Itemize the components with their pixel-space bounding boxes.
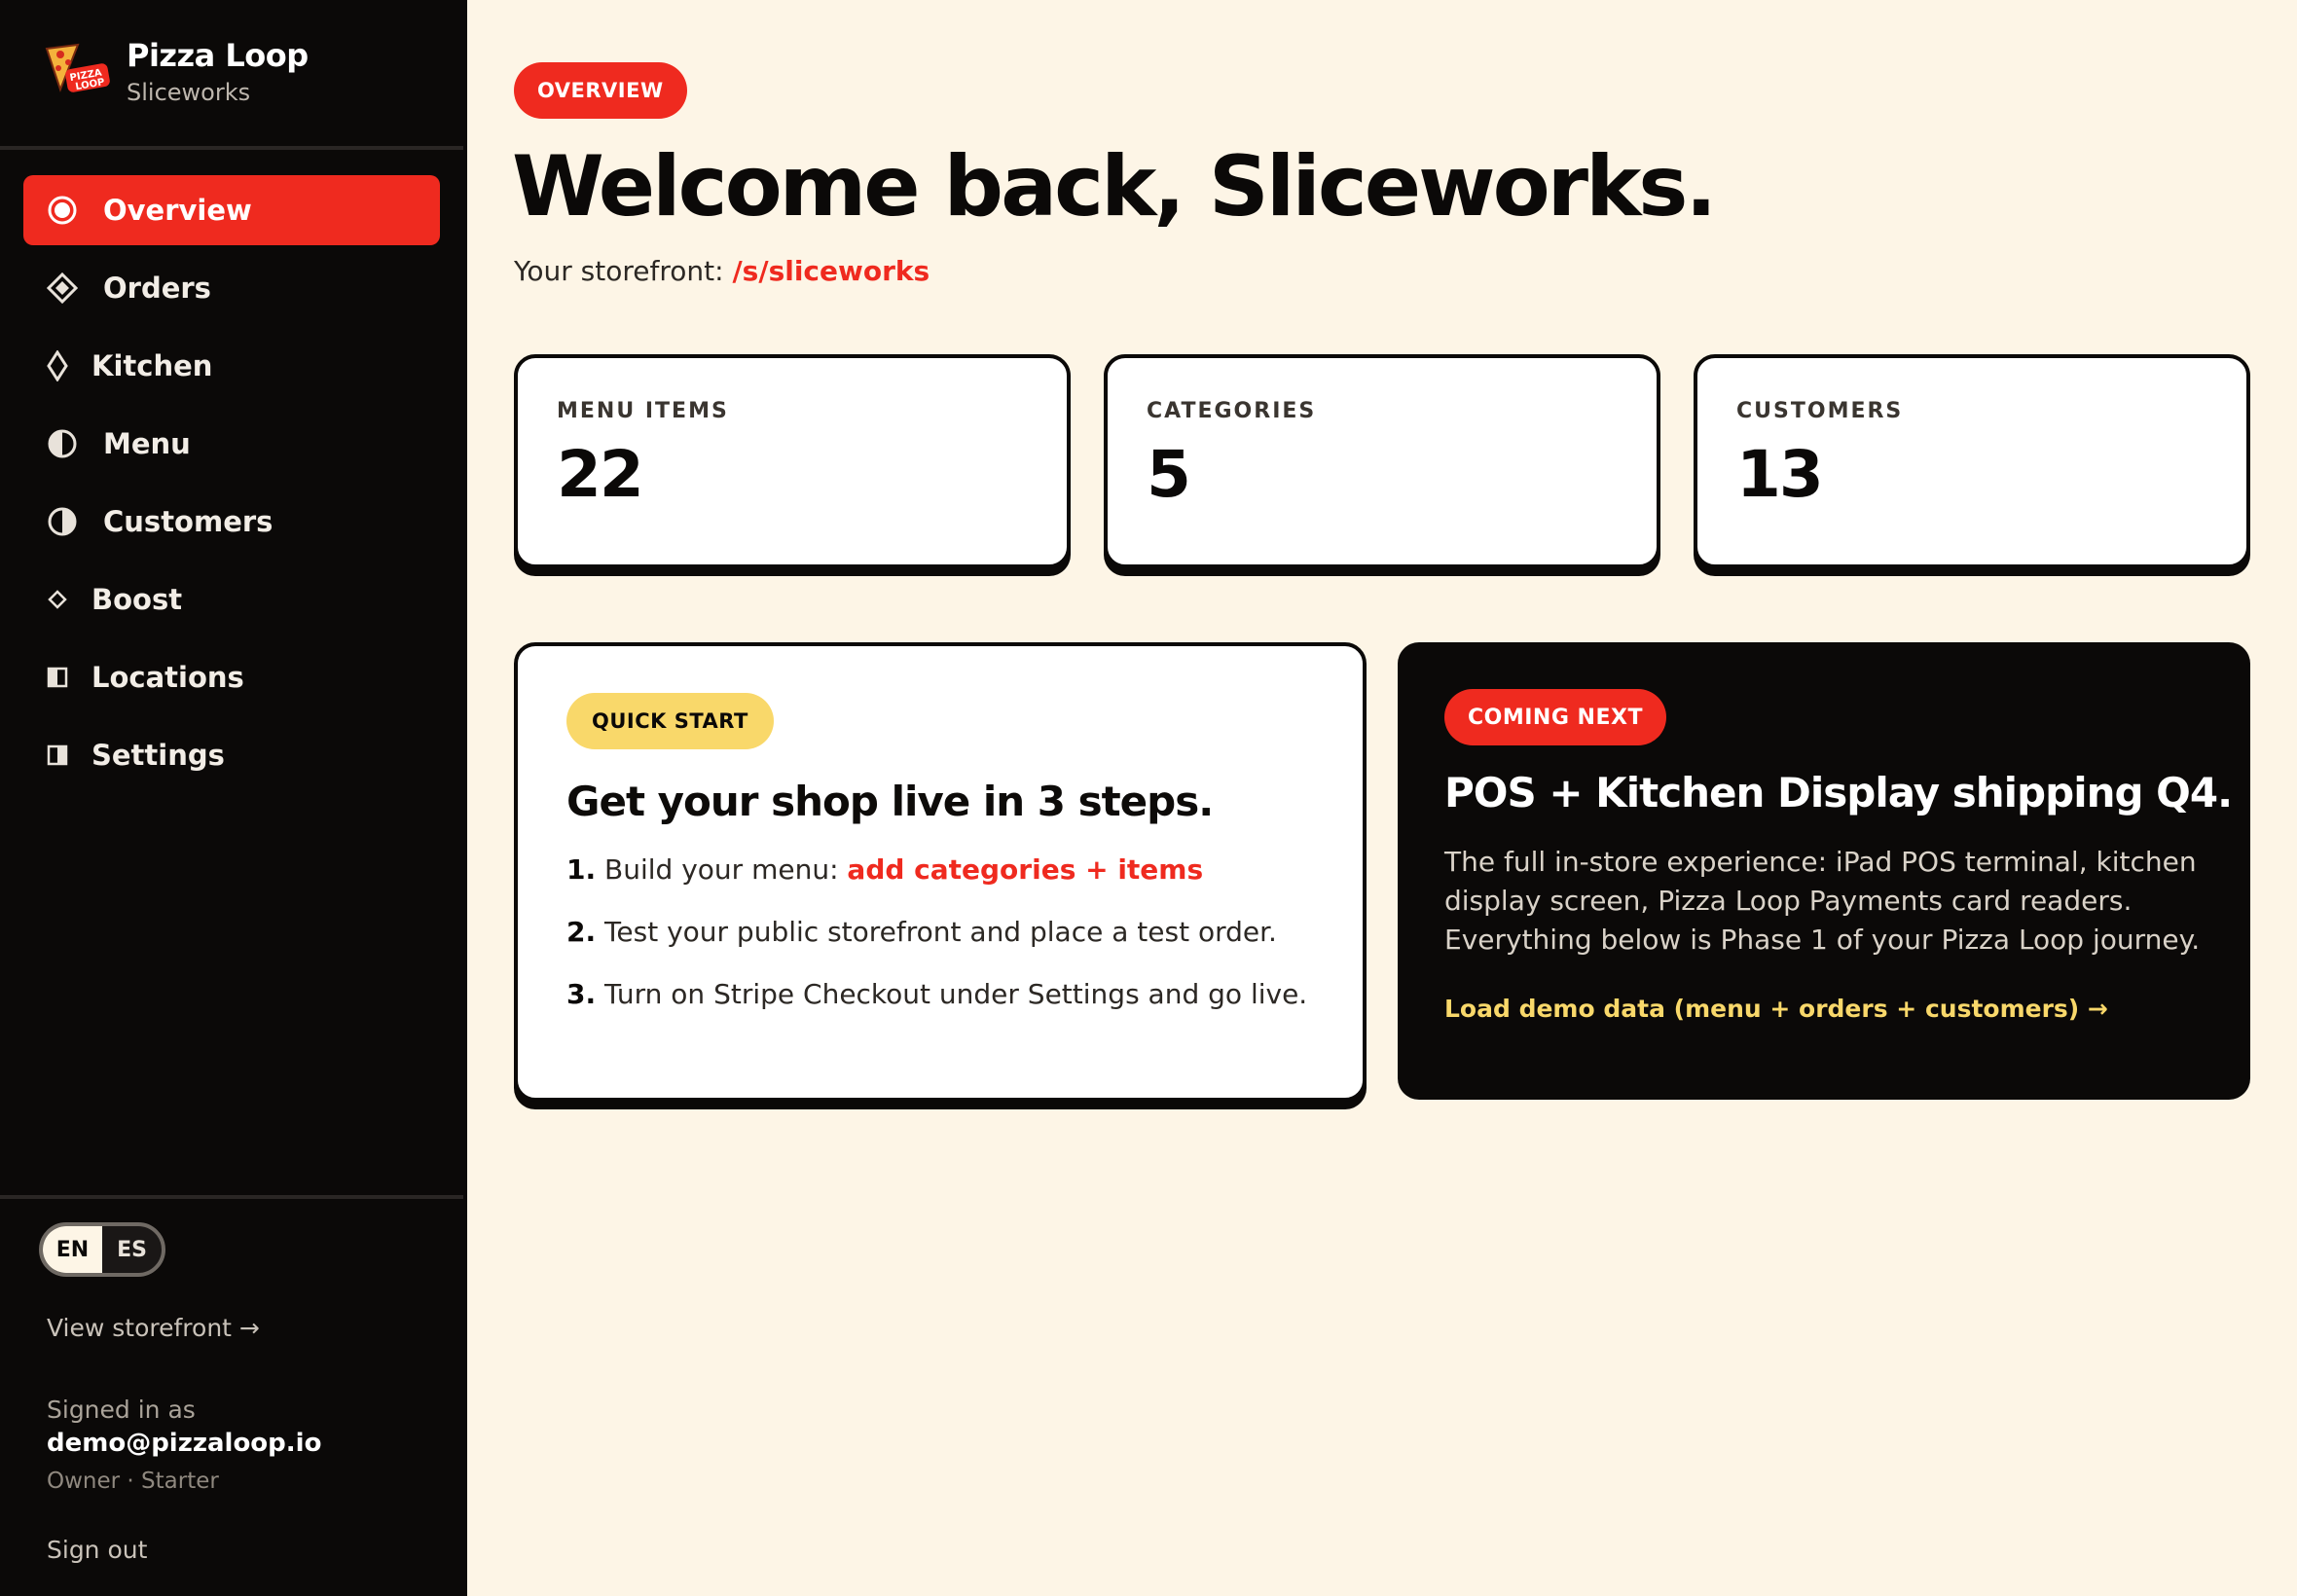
coming-next-body: The full in-store experience: iPad POS t… — [1444, 846, 2201, 956]
sidebar-item-label: Overview — [103, 194, 252, 227]
brand-name: Pizza Loop — [127, 37, 309, 74]
step-text: Test your public storefront and place a … — [604, 916, 1277, 948]
page-title: Welcome back, Sliceworks. — [512, 138, 1717, 236]
stat-label: CUSTOMERS — [1736, 399, 1904, 423]
step-item: 2. Test your public storefront and place… — [566, 913, 1363, 952]
sidebar-item-label: Customers — [103, 505, 273, 538]
storefront-line: Your storefront: /s/sliceworks — [514, 255, 930, 287]
sidebar-item-boost[interactable]: Boost — [23, 564, 440, 635]
add-categories-link[interactable]: add categories + items — [847, 853, 1203, 886]
sidebar-divider — [0, 1195, 463, 1199]
half-circle-icon — [47, 428, 78, 459]
quick-start-steps: 1. Build your menu: add categories + ite… — [566, 851, 1363, 1014]
step-number: 1. — [566, 853, 597, 886]
sidebar-item-kitchen[interactable]: Kitchen — [23, 331, 440, 401]
quick-start-title: Get your shop live in 3 steps. — [566, 778, 1214, 825]
signed-in-label: Signed in as — [47, 1396, 196, 1424]
lang-es-button[interactable]: ES — [102, 1226, 162, 1273]
stat-value: 22 — [557, 437, 644, 512]
target-icon — [47, 195, 78, 226]
step-number: 2. — [566, 916, 597, 948]
sidebar-item-menu[interactable]: Menu — [23, 409, 440, 479]
sidebar-item-label: Orders — [103, 272, 211, 305]
step-item: 3. Turn on Stripe Checkout under Setting… — [566, 975, 1363, 1014]
sidebar: PIZZA LOOP Pizza Loop Sliceworks Overvie… — [0, 0, 467, 1596]
diamond-outline-icon — [47, 350, 68, 381]
sidebar-item-label: Locations — [91, 661, 244, 694]
sidebar-item-orders[interactable]: Orders — [23, 253, 440, 323]
overview-badge: OVERVIEW — [514, 62, 687, 119]
shop-name: Sliceworks — [127, 79, 251, 106]
step-text: Turn on Stripe Checkout under Settings a… — [604, 978, 1308, 1010]
coming-next-card: COMING NEXT POS + Kitchen Display shippi… — [1398, 642, 2250, 1100]
storefront-label: Your storefront: — [514, 255, 724, 287]
diamond-filled-icon — [47, 272, 78, 304]
half-circle-icon — [47, 506, 78, 537]
sidebar-item-label: Boost — [91, 583, 183, 616]
load-demo-data-link[interactable]: Load demo data (menu + orders + customer… — [1444, 995, 2108, 1023]
sidebar-item-label: Settings — [91, 739, 225, 772]
stat-label: CATEGORIES — [1147, 399, 1317, 423]
quick-start-badge: QUICK START — [566, 693, 774, 749]
step-number: 3. — [566, 978, 597, 1010]
coming-next-badge: COMING NEXT — [1444, 689, 1666, 745]
view-storefront-link[interactable]: View storefront → — [47, 1314, 260, 1342]
small-diamond-icon — [47, 584, 68, 615]
pizza-loop-logo-icon: PIZZA LOOP — [39, 35, 113, 109]
step-item: 1. Build your menu: add categories + ite… — [566, 851, 1363, 889]
stat-card-customers: CUSTOMERS 13 — [1694, 354, 2250, 568]
quick-start-card: QUICK START Get your shop live in 3 step… — [514, 642, 1367, 1102]
user-email: demo@pizzaloop.io — [47, 1429, 322, 1458]
storefront-link[interactable]: /s/sliceworks — [732, 255, 930, 287]
stat-value: 13 — [1736, 437, 1824, 512]
user-role: Owner · Starter — [47, 1469, 219, 1494]
stat-card-menu-items: MENU ITEMS 22 — [514, 354, 1071, 568]
sidebar-divider — [0, 146, 463, 150]
sign-out-link[interactable]: Sign out — [47, 1536, 147, 1564]
sidebar-item-overview[interactable]: Overview — [23, 175, 440, 245]
sidebar-item-customers[interactable]: Customers — [23, 487, 440, 557]
brand[interactable]: PIZZA LOOP Pizza Loop Sliceworks — [39, 35, 309, 109]
sidebar-item-label: Menu — [103, 427, 191, 460]
step-text: Build your menu: — [604, 853, 839, 886]
sidebar-nav: Overview Orders Kitchen Menu Customers B… — [23, 175, 440, 798]
coming-next-title: POS + Kitchen Display shipping Q4. — [1444, 769, 2233, 816]
sidebar-item-label: Kitchen — [91, 349, 213, 382]
sidebar-item-settings[interactable]: Settings — [23, 720, 440, 790]
signed-in-block: Signed in as demo@pizzaloop.io Owner · S… — [47, 1394, 321, 1501]
half-square-icon — [47, 740, 68, 771]
half-square-icon — [47, 662, 68, 693]
stat-value: 5 — [1147, 437, 1191, 512]
lang-en-button[interactable]: EN — [43, 1226, 102, 1273]
stat-label: MENU ITEMS — [557, 399, 729, 423]
language-toggle[interactable]: EN ES — [39, 1222, 165, 1277]
stat-card-categories: CATEGORIES 5 — [1104, 354, 1660, 568]
sidebar-item-locations[interactable]: Locations — [23, 642, 440, 712]
